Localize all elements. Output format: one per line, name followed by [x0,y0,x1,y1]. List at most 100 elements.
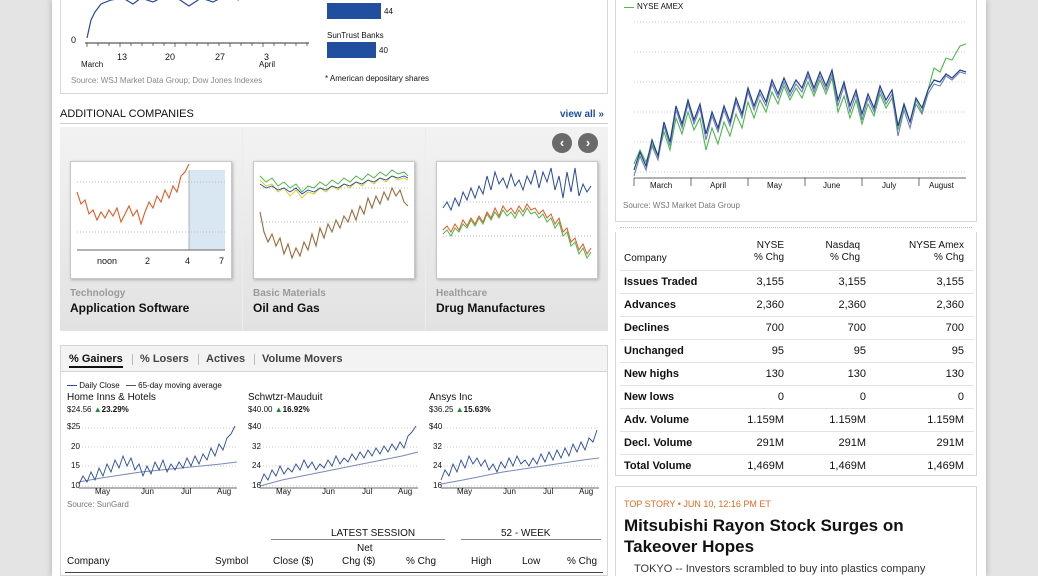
mover-price-line: $24.56 ▲23.29% [67,405,129,414]
divider [60,123,608,124]
card-industry: Oil and Gas [253,301,320,315]
x-tick-label: Aug [217,487,232,496]
card-industry: Application Software [70,301,190,315]
thumbnail-tick: 7 [219,256,225,266]
y-tick-label: 0 [71,35,77,45]
adr-bar-value: 44 [384,7,393,16]
row-label: Total Volume [624,460,692,472]
mover-change: 23.29% [101,405,129,414]
thumbnail-chart [76,163,225,251]
y-tick-label: 24 [433,461,442,470]
x-month-label: May [767,181,783,190]
row-value: 1.159M [747,414,784,426]
y-tick-label: $40 [248,422,262,431]
mover-name[interactable]: Ansys Inc [429,392,472,403]
thumbnail-tick: 2 [145,256,151,266]
row-value: 1.159M [829,414,866,426]
x-month-label: March [650,181,673,190]
series-line [259,175,409,195]
card-industry: Drug Manufactures [436,301,546,315]
diary-row: Declines 700 700 700 [620,316,974,338]
chevron-left-icon: ‹ [559,135,565,150]
adr-bar-value: 40 [379,46,388,55]
tab-losers[interactable]: % Losers [140,353,189,365]
tab-gainers[interactable]: % Gainers [69,353,123,368]
index-chart-source: Source: WSJ Market Data Group [623,201,740,210]
industry-card-drug-manufactures[interactable]: ‹ › Healthcare Drug Manufactures [426,127,608,331]
col-nyse: NYSE % Chg [724,240,784,264]
index-comparison-chart-panel: NYSE AMEX March April May June July Augu… [615,0,977,222]
x-tick-label: Aug [579,487,594,496]
row-label: Issues Traded [624,276,698,288]
y-tick-label: 16 [252,481,261,490]
col-top: Nasdaq [825,240,860,251]
up-arrow-icon: ▲ [93,405,102,414]
y-tick-label: 24 [252,461,261,470]
carousel-prev-button[interactable]: ‹ [552,133,572,153]
col-pct-chg: % Chg [406,556,437,567]
diary-row: New lows 0 0 0 [620,385,974,407]
col-nasdaq: Nasdaq % Chg [800,240,860,264]
row-value: 0 [957,391,964,403]
story-summary: TOKYO -- Investors scrambled to buy into… [634,563,926,575]
market-diary-table: Company NYSE % Chg Nasdaq % Chg NYSE Ame… [615,232,977,476]
header-rule [461,539,601,540]
tab-actives[interactable]: Actives [206,353,245,365]
row-value: 1.159M [927,414,964,426]
y-tick-label: 15 [71,461,80,470]
tab-volume-movers[interactable]: Volume Movers [262,353,343,365]
legend-daily-label: Daily Close [79,381,120,390]
card-sector: Basic Materials [253,288,326,299]
x-tick-label: Jun [141,487,154,496]
diary-row: Issues Traded 3,155 3,155 3,155 [620,270,974,292]
y-tick-label: $25 [67,422,81,431]
diary-row: Adv. Volume 1.159M 1.159M 1.159M [620,408,974,430]
row-value: 700 [847,322,866,334]
industry-card-oil-and-gas[interactable]: Basic Materials Oil and Gas [243,127,425,331]
row-value: 130 [765,368,784,380]
card-sector: Healthcare [436,288,488,299]
movers-source: Source: SunGard [67,500,129,509]
story-headline[interactable]: Mitsubishi Rayon Stock Surges on Takeove… [624,515,964,557]
col-net-top: Net [357,543,373,554]
y-tick-label: 32 [252,442,261,451]
row-value: 0 [859,391,866,403]
row-value: 95 [853,345,866,357]
x-tick-label: Aug [398,487,413,496]
header-rule [65,572,603,573]
row-value: 130 [945,368,964,380]
col-top: NYSE [756,240,784,251]
x-month-label: April [259,60,276,69]
industry-thumbnail-chart [436,161,598,279]
dotted-divider [620,227,972,228]
row-value: 3,155 [936,276,964,288]
chart-source: Source: WSJ Market Data Group; Dow Jones… [71,76,263,85]
mover-name[interactable]: Schwtzr-Mauduit [248,392,322,403]
col-close: Close ($) [273,556,314,567]
view-all-link[interactable]: view all » [560,109,604,120]
chevron-right-icon: › [585,135,591,150]
industry-carousel: noon 2 4 7 Technology Application Softwa… [60,127,608,331]
price-line [76,163,190,226]
daily-close-line [440,429,598,481]
col-company: Company [67,556,110,567]
index-line [86,0,239,39]
diary-row: Unchanged 95 95 95 [620,339,974,361]
x-month-label: June [823,181,841,190]
story-kicker: TOP STORY • JUN 10, 12:16 PM ET [624,499,771,509]
legend-ma-swatch [125,385,136,387]
mover-change: 16.92% [282,405,310,414]
mover-name[interactable]: Home Inns & Hotels [67,392,156,403]
adr-footnote: * American depositary shares [325,74,430,83]
row-value: 291M [936,437,964,449]
row-label: New highs [624,368,680,380]
carousel-next-button[interactable]: › [578,133,598,153]
y-tick-label: 20 [71,442,80,451]
moving-average-line [78,461,238,483]
row-label: Declines [624,322,670,334]
y-tick-label: $40 [429,422,443,431]
mover-price: $40.00 [248,405,273,414]
industry-card-application-software[interactable]: noon 2 4 7 Technology Application Softwa… [60,127,242,331]
col-high: High [471,556,492,567]
daily-close-line [78,425,236,485]
